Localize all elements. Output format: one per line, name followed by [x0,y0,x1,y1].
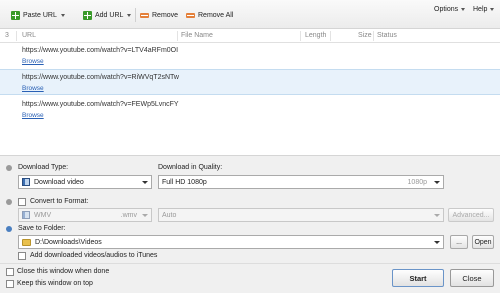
chevron-down-icon [142,181,148,184]
column-url[interactable]: URL [22,32,36,39]
options-menu[interactable]: Options [434,6,466,13]
toolbar-divider [135,8,136,22]
paste-url-label: Paste URL [23,11,57,19]
chevron-down-icon [434,181,440,184]
format-value: WMV [34,211,52,219]
download-type-value: Download video [34,178,84,186]
column-divider [16,31,17,41]
chevron-down-icon [434,214,440,217]
column-length[interactable]: Length [305,32,326,39]
close-when-done-checkbox[interactable] [6,268,14,276]
bottom-bar: Close this window when done Keep this wi… [0,263,500,293]
help-label: Help [473,6,488,13]
folder-icon [22,238,31,246]
browse-link[interactable]: Browse [22,58,44,65]
quality-hint: 1080p [407,179,427,186]
preset-select[interactable]: Auto [158,208,444,222]
column-size[interactable]: Size [358,32,372,39]
plus-icon [11,10,20,20]
quality-value: Full HD 1080p [162,178,207,186]
item-url: https://www.youtube.com/watch?v=LTV4aRFm… [22,47,179,54]
chevron-down-icon [490,8,495,11]
folder-select[interactable]: D:\Downloads\Videos [18,235,444,249]
browse-link[interactable]: Browse [22,85,44,92]
video-icon [22,211,30,219]
advanced-button[interactable]: Advanced... [448,208,494,222]
add-url-button[interactable]: Add URL [83,9,132,21]
column-divider [300,31,301,41]
remove-all-icon [186,12,195,18]
convert-checkbox[interactable] [18,198,26,206]
item-count: 3 [5,32,9,39]
save-bullet-icon [6,226,12,232]
keep-on-top-label: Keep this window on top [17,280,93,287]
download-type-bullet-icon [6,165,12,171]
itunes-label: Add downloaded videos/audios to iTunes [30,252,158,259]
item-url: https://www.youtube.com/watch?v=FEWp5Lvn… [22,101,179,108]
list-item[interactable]: https://www.youtube.com/watch?v=LTV4aRFm… [0,43,500,69]
column-file-name[interactable]: File Name [181,32,213,39]
column-status[interactable]: Status [377,32,397,39]
add-url-label: Add URL [95,11,124,19]
format-ext: .wmv [120,212,137,219]
remove-all-label: Remove All [198,11,234,19]
close-button[interactable]: Close [450,269,494,287]
chevron-down-icon [142,214,148,217]
browse-link[interactable]: Browse [22,112,44,119]
plus-icon [83,10,92,20]
chevron-down-icon [60,13,65,17]
download-type-select[interactable]: Download video [18,175,152,189]
chevron-down-icon [434,241,440,244]
column-divider [177,31,178,41]
column-divider [373,31,374,41]
remove-icon [140,12,149,18]
list-item[interactable]: https://www.youtube.com/watch?v=RiWVqT2s… [0,69,500,95]
video-icon [22,178,30,186]
save-label: Save to Folder: [18,225,66,232]
itunes-checkbox[interactable] [18,252,26,260]
paste-url-button[interactable]: Paste URL [11,9,65,21]
format-select[interactable]: WMV .wmv [18,208,152,222]
quality-label: Download in Quality: [158,164,223,171]
convert-bullet-icon [6,199,12,205]
options-panel: Download Type: Download video Download i… [0,155,500,263]
remove-label: Remove [152,11,179,19]
remove-all-button[interactable]: Remove All [186,9,233,21]
preset-value: Auto [162,211,177,219]
chevron-down-icon [127,13,132,17]
start-button[interactable]: Start [392,269,444,287]
help-menu[interactable]: Help [473,6,495,13]
download-type-label: Download Type: [18,164,69,171]
convert-label: Convert to Format: [30,198,89,205]
list-header: 3 URL File Name Length Size Status [0,29,500,43]
folder-path: D:\Downloads\Videos [35,238,102,246]
column-divider [330,31,331,41]
options-label: Options [434,6,459,13]
chevron-down-icon [461,8,466,11]
browse-folder-button[interactable]: ... [450,235,468,249]
close-when-done-label: Close this window when done [17,268,110,275]
item-url: https://www.youtube.com/watch?v=RiWVqT2s… [22,74,179,81]
download-list[interactable]: https://www.youtube.com/watch?v=LTV4aRFm… [0,43,500,155]
quality-select[interactable]: Full HD 1080p 1080p [158,175,444,189]
open-folder-button[interactable]: Open [472,235,494,249]
list-item[interactable]: https://www.youtube.com/watch?v=FEWp5Lvn… [0,97,500,123]
remove-button[interactable]: Remove [140,9,178,21]
keep-on-top-checkbox[interactable] [6,280,14,288]
toolbar: Paste URL Add URL Remove Remove All Opti… [0,0,500,29]
